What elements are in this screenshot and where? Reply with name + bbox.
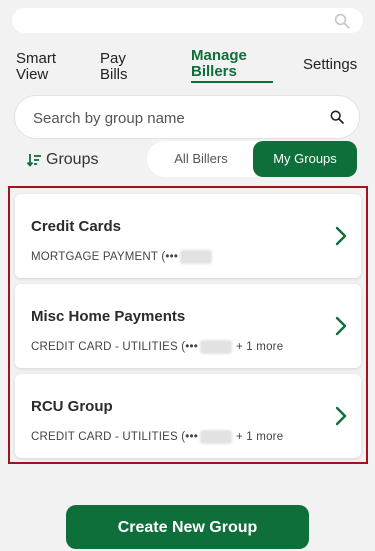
tab-settings[interactable]: Settings [303, 57, 357, 73]
more-billers-count: + 1 more [235, 341, 284, 354]
groups-list: Credit Cards MORTGAGE PAYMENT (••• Misc … [8, 186, 368, 464]
create-new-group-button[interactable]: Create New Group [66, 505, 309, 549]
group-card[interactable]: Misc Home Payments CREDIT CARD - UTILITI… [15, 284, 361, 368]
tab-label-line1: Settings [303, 56, 358, 73]
tab-manage-billers[interactable]: Manage Billers [191, 48, 247, 80]
masked-account-number [180, 250, 213, 264]
group-name: Misc Home Payments [31, 308, 186, 325]
billers-groups-toggle: All Billers My Groups [147, 141, 359, 177]
group-card[interactable]: RCU Group CREDIT CARD - UTILITIES (••• + … [15, 374, 361, 458]
group-biller-prefix: CREDIT CARD - UTILITIES (••• [31, 341, 198, 354]
tab-smart-view[interactable]: Smart View [16, 51, 56, 83]
active-tab-indicator [191, 81, 273, 83]
masked-account-number [199, 340, 232, 354]
masked-account-number [199, 430, 232, 444]
groups-sort-label: Groups [46, 151, 99, 168]
group-card[interactable]: Credit Cards MORTGAGE PAYMENT (••• [15, 194, 361, 278]
tab-label-line1: Manage [191, 47, 247, 64]
search-icon[interactable] [333, 12, 351, 30]
chevron-right-icon [335, 226, 347, 246]
chevron-right-icon [335, 316, 347, 336]
groups-sort[interactable]: Groups [26, 150, 98, 170]
more-billers-count: + 1 more [235, 431, 284, 444]
my-groups-option[interactable]: My Groups [253, 141, 357, 177]
tab-label-line2: View [16, 66, 49, 83]
chevron-right-icon [335, 406, 347, 426]
all-billers-option[interactable]: All Billers [147, 141, 255, 177]
tab-label-line1: Pay [100, 50, 126, 67]
search-icon[interactable] [329, 109, 345, 125]
group-billers-summary: CREDIT CARD - UTILITIES (••• + 1 more [31, 430, 283, 444]
main-tabs: Smart View Pay Bills Manage Billers Sett… [0, 44, 375, 90]
top-search-bar[interactable] [12, 8, 363, 33]
tab-label-line2: Billers [191, 63, 237, 80]
tab-label-line1: Smart [16, 50, 57, 67]
tab-label-line2: Bills [100, 66, 128, 83]
group-search-field[interactable] [14, 95, 360, 139]
group-billers-summary: MORTGAGE PAYMENT (••• [31, 250, 214, 264]
group-biller-prefix: CREDIT CARD - UTILITIES (••• [31, 431, 198, 444]
group-search-input[interactable] [31, 106, 315, 130]
tab-pay-bills[interactable]: Pay Bills [100, 51, 128, 83]
group-name: RCU Group [31, 398, 113, 415]
sort-icon [26, 154, 41, 167]
group-biller-prefix: MORTGAGE PAYMENT (••• [31, 251, 179, 264]
group-billers-summary: CREDIT CARD - UTILITIES (••• + 1 more [31, 340, 283, 354]
group-name: Credit Cards [31, 218, 122, 235]
